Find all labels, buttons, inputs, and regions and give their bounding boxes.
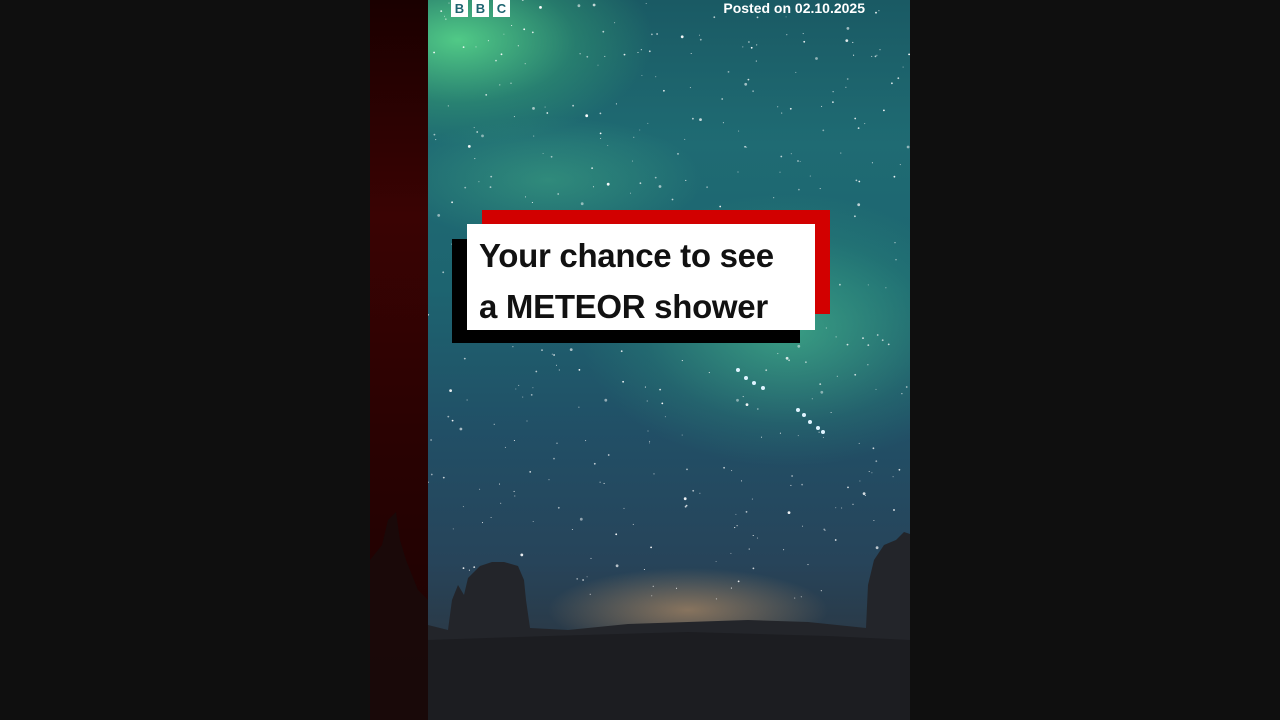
video-player-stage: B B C Posted on 02.10.2025 Your chance t… <box>0 0 1280 720</box>
bbc-logo-letter: B <box>451 0 468 17</box>
bbc-logo-letter: B <box>472 0 489 17</box>
headline-card: Your chance to see a METEOR shower <box>467 224 815 330</box>
video-frame[interactable] <box>428 0 910 720</box>
desert-butte-silhouette <box>428 532 910 720</box>
headline-line-1: Your chance to see <box>479 237 774 274</box>
adjacent-video-silhouette <box>370 512 428 720</box>
headline-line-2: a METEOR shower <box>479 288 768 325</box>
bbc-logo: B B C <box>451 0 510 17</box>
posted-date: Posted on 02.10.2025 <box>723 0 865 16</box>
bbc-logo-letter: C <box>493 0 510 17</box>
